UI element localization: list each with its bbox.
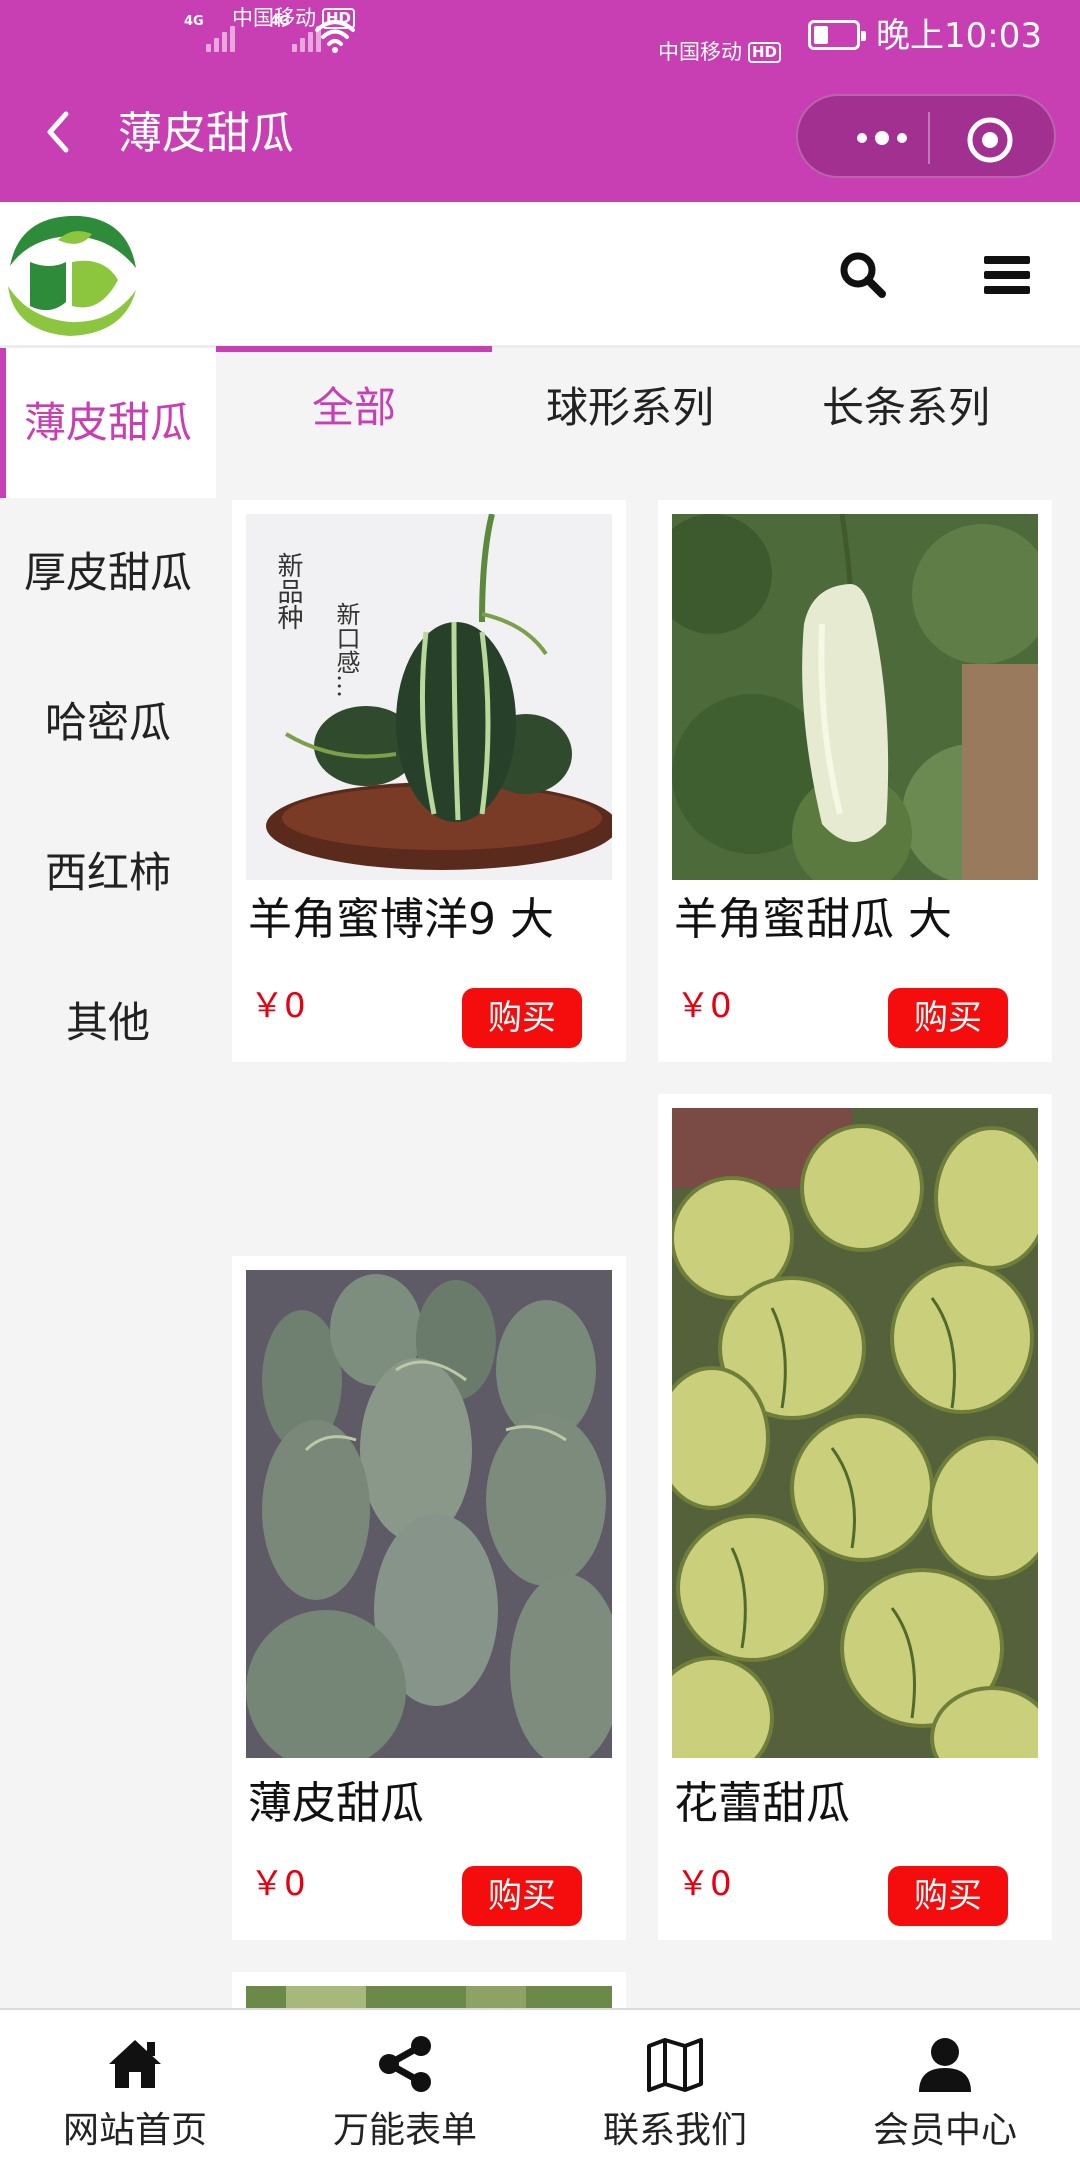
category-sidebar: 薄皮甜瓜 厚皮甜瓜 哈密瓜 西红柿 其他 (0, 348, 216, 2008)
nav-form-label: 万能表单 (332, 2110, 477, 2151)
product-image-thin-skin-melon[interactable] (246, 1270, 612, 1758)
back-chevron-icon[interactable] (30, 102, 90, 162)
tab-round-series[interactable]: 球形系列 (492, 348, 768, 478)
product-image-white-horn-melon[interactable] (672, 514, 1038, 880)
product-price: ￥0 (250, 1864, 306, 1904)
product-card[interactable]: 羊角蜜甜瓜 大 ￥0 购买 (658, 500, 1052, 1062)
buy-button[interactable]: 购买 (888, 1866, 1008, 1926)
user-icon (919, 2038, 971, 2092)
share-icon (379, 2036, 431, 2092)
nav-home-label: 网站首页 (62, 2110, 207, 2151)
buy-button[interactable]: 购买 (888, 988, 1008, 1048)
category-item-tomato[interactable]: 西红柿 (0, 798, 216, 948)
product-price: ￥0 (250, 986, 306, 1026)
series-tabs: 全部 球形系列 长条系列 (216, 348, 1080, 478)
nav-member[interactable]: 会员中心 (810, 2010, 1080, 2160)
home-icon (109, 2040, 161, 2088)
clock: 晚上10:03 (876, 16, 1042, 56)
target-circle-icon[interactable] (966, 116, 1014, 164)
miniapp-capsule (796, 94, 1056, 178)
site-header (0, 202, 1080, 348)
product-card[interactable]: 薄皮甜瓜 ￥0 购买 (232, 1256, 626, 1940)
map-icon (647, 2038, 703, 2092)
image-caption-2: 新口感… (332, 602, 360, 698)
product-name[interactable]: 薄皮甜瓜 (248, 1776, 618, 1832)
title-bar: 薄皮甜瓜 (0, 72, 1080, 202)
page-title: 薄皮甜瓜 (118, 108, 294, 159)
product-card[interactable] (232, 1972, 626, 2012)
category-item-other[interactable]: 其他 (0, 948, 216, 1098)
more-dots-icon[interactable] (840, 120, 924, 156)
status-bar: 中国移动 HD 中国移动 HD 4G 4G 晚上10:03 (0, 0, 1080, 72)
nav-contact[interactable]: 联系我们 (540, 2010, 810, 2160)
hamburger-menu-icon[interactable] (984, 254, 1030, 296)
tab-all[interactable]: 全部 (216, 348, 492, 478)
product-name[interactable]: 羊角蜜博洋9 大 (248, 892, 618, 948)
farm-logo-icon[interactable] (0, 206, 142, 342)
category-item-thick-skin-melon[interactable]: 厚皮甜瓜 (0, 498, 216, 648)
nav-member-label: 会员中心 (872, 2110, 1017, 2151)
product-image-flower-bud-melon[interactable] (672, 1108, 1038, 1758)
buy-button[interactable]: 购买 (462, 988, 582, 1048)
category-item-thin-skin-melon[interactable]: 薄皮甜瓜 (0, 348, 216, 498)
nav-contact-label: 联系我们 (602, 2110, 747, 2151)
nav-form[interactable]: 万能表单 (270, 2010, 540, 2160)
product-price: ￥0 (676, 986, 732, 1026)
bottom-nav: 网站首页 万能表单 联系我们 会员中心 (0, 2008, 1080, 2160)
tab-long-series[interactable]: 长条系列 (768, 348, 1044, 478)
product-card[interactable]: 新品种 新口感… 羊角蜜博洋9 大 ￥0 购买 (232, 500, 626, 1062)
search-icon[interactable] (838, 250, 888, 300)
product-name[interactable]: 羊角蜜甜瓜 大 (674, 892, 1044, 948)
nav-home[interactable]: 网站首页 (0, 2010, 270, 2160)
product-card[interactable]: 花蕾甜瓜 ￥0 购买 (658, 1094, 1052, 1940)
product-name[interactable]: 花蕾甜瓜 (674, 1776, 1044, 1832)
buy-button[interactable]: 购买 (462, 1866, 582, 1926)
product-price: ￥0 (676, 1864, 732, 1904)
category-item-hami-melon[interactable]: 哈密瓜 (0, 648, 216, 798)
battery-icon (808, 20, 866, 50)
active-tab-indicator (216, 346, 492, 352)
product-image-striped-melon[interactable]: 新品种 新口感… (246, 514, 612, 880)
wifi-icon (315, 20, 355, 53)
image-caption-1: 新品种 (273, 552, 303, 630)
capsule-divider (928, 112, 930, 164)
